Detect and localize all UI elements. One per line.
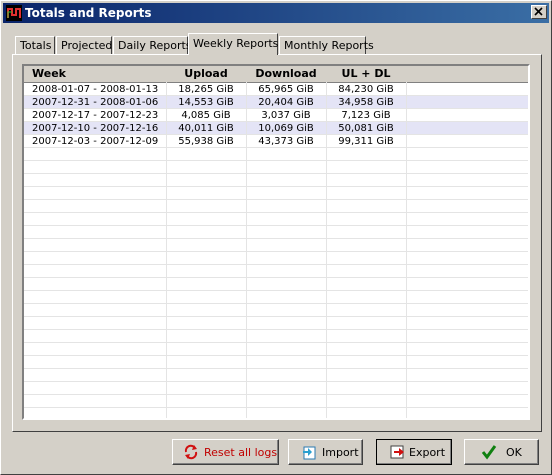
checkmark-icon [481,445,497,460]
window-title: Totals and Reports [25,6,152,20]
import-button-label: Import [322,446,359,459]
app-icon [6,5,22,21]
tab-daily-reports[interactable]: Daily Reports [113,36,192,54]
tab-projected[interactable]: Projected [56,36,112,54]
close-icon [534,7,543,16]
ok-button-label: OK [506,446,522,459]
close-button[interactable] [531,5,547,19]
ok-button[interactable]: OK [464,439,539,465]
export-button[interactable]: Export [376,439,452,465]
title-bar[interactable]: Totals and Reports [3,3,549,23]
export-button-label: Export [409,446,446,459]
import-icon [303,446,316,460]
totals-reports-window: Totals and Reports Totals Projected Dail… [0,0,552,475]
reset-arrows-icon [184,444,198,460]
tab-totals[interactable]: Totals [15,36,55,54]
tab-monthly-reports[interactable]: Monthly Reports [279,36,374,54]
tab-panel [12,54,542,432]
reset-button-label: Reset all logs [204,446,278,459]
import-button[interactable]: Import [288,439,363,465]
tab-weekly-reports[interactable]: Weekly Reports [188,33,278,55]
export-arrow-icon [390,445,404,459]
reset-all-logs-button[interactable]: Reset all logs [172,439,279,465]
